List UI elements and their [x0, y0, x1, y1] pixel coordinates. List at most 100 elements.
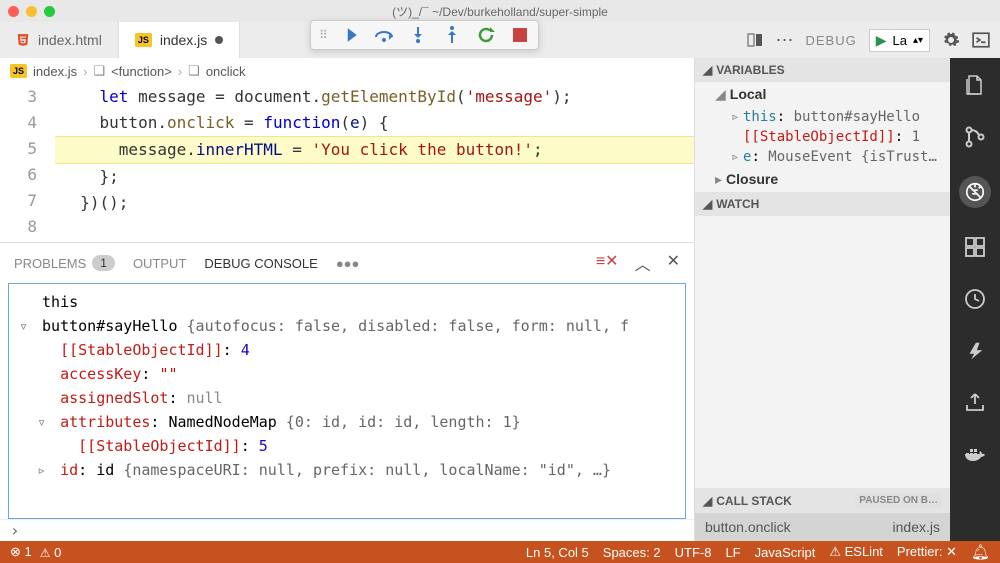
tab-label: index.html — [38, 32, 102, 48]
source-control-icon[interactable] — [962, 124, 988, 150]
bottom-panel: PROBLEMS 1 OUTPUT DEBUG CONSOLE ●●● ≡✕ ︿… — [0, 242, 694, 541]
debug-toolbar[interactable]: ⠿ — [310, 20, 539, 50]
console-line[interactable]: ▿ attributes: NamedNodeMap {0: id, id: i… — [19, 410, 675, 434]
console-line[interactable]: this — [19, 290, 675, 314]
close-panel-icon[interactable]: ✕ — [667, 251, 680, 275]
timeline-icon[interactable] — [962, 286, 988, 312]
js-icon: JS — [10, 64, 27, 78]
console-line[interactable]: assignedSlot: null — [19, 386, 675, 410]
gear-icon[interactable] — [942, 31, 960, 49]
breadcrumb-part[interactable]: <function> — [111, 64, 172, 79]
tab-label: index.js — [160, 32, 207, 48]
collapse-icon[interactable]: ︿ — [635, 251, 651, 275]
console-line[interactable]: ▹ id: id {namespaceURI: null, prefix: nu… — [19, 458, 675, 482]
variables-header[interactable]: ◢VARIABLES — [695, 58, 950, 82]
maximize-window-button[interactable] — [44, 6, 55, 17]
restart-button[interactable] — [476, 25, 496, 45]
breadcrumb-file[interactable]: index.js — [33, 64, 77, 79]
tab-debug-console[interactable]: DEBUG CONSOLE — [204, 256, 317, 271]
console-line[interactable]: [[StableObjectId]]: 4 — [19, 338, 675, 362]
breadcrumb[interactable]: JS index.js › ❑ <function> › ❑ onclick — [0, 58, 694, 84]
window-title: (ツ)_/¯ ~/Dev/burkeholland/super-simple — [392, 3, 608, 20]
tab-index-js[interactable]: JS index.js — [119, 22, 240, 58]
eslint-status[interactable]: ⚠ ESLint — [829, 544, 883, 560]
close-window-button[interactable] — [8, 6, 19, 17]
step-over-button[interactable] — [374, 25, 394, 45]
console-line[interactable]: accessKey: "" — [19, 362, 675, 386]
html-icon — [16, 33, 30, 47]
more-icon[interactable]: ●●● — [336, 256, 360, 271]
minimize-window-button[interactable] — [26, 6, 37, 17]
console-line[interactable]: ▿ button#sayHello {autofocus: false, dis… — [19, 314, 675, 338]
line-number[interactable]: 6 — [0, 162, 37, 188]
more-icon[interactable]: ⋯ — [775, 30, 793, 51]
breadcrumb-part[interactable]: onclick — [206, 64, 246, 79]
eol[interactable]: LF — [725, 545, 740, 560]
config-name: La — [892, 33, 906, 48]
split-editor-icon[interactable] — [747, 32, 763, 48]
warning-count[interactable]: ⚠ 0 — [40, 545, 62, 560]
line-number[interactable]: 4 — [0, 110, 37, 136]
dirty-indicator — [215, 36, 223, 44]
watch-header[interactable]: ◢WATCH — [695, 192, 950, 216]
tab-problems[interactable]: PROBLEMS 1 — [14, 255, 115, 271]
prettier-status[interactable]: Prettier: ✕ — [897, 544, 957, 560]
tab-output[interactable]: OUTPUT — [133, 256, 186, 271]
indent-setting[interactable]: Spaces: 2 — [603, 545, 661, 560]
code-line[interactable]: button.onclick = function(e) { — [55, 110, 694, 136]
explorer-icon[interactable] — [962, 72, 988, 98]
symbol-icon: ❑ — [188, 63, 200, 79]
share-icon[interactable] — [962, 390, 988, 416]
clear-console-icon[interactable]: ≡✕ — [596, 251, 619, 275]
code-line[interactable]: }; — [55, 164, 694, 190]
line-number[interactable]: 7 — [0, 188, 37, 214]
stop-button[interactable] — [510, 25, 530, 45]
drag-handle-icon[interactable]: ⠿ — [319, 28, 326, 42]
variable-row[interactable]: ▹this: button#sayHello — [695, 107, 950, 127]
console-line[interactable]: [[StableObjectId]]: 5 — [19, 434, 675, 458]
stack-frame[interactable]: button.onclick index.js — [695, 513, 950, 541]
code-line[interactable]: message.innerHTML = 'You click the butto… — [55, 136, 694, 164]
encoding[interactable]: UTF-8 — [675, 545, 712, 560]
console-prompt[interactable]: › — [0, 519, 694, 541]
continue-button[interactable] — [340, 25, 360, 45]
chevron-right-icon: › — [83, 64, 87, 79]
play-icon: ▶ — [876, 32, 887, 49]
step-into-button[interactable] — [408, 25, 428, 45]
cursor-position[interactable]: Ln 5, Col 5 — [526, 545, 589, 560]
debug-label: DEBUG — [805, 33, 856, 48]
variable-row[interactable]: ▹e: MouseEvent {isTrust… — [695, 147, 950, 167]
call-stack-header[interactable]: ◢CALL STACK PAUSED ON B… — [695, 488, 950, 513]
line-number[interactable]: 5 — [0, 136, 37, 162]
line-number[interactable]: 3 — [0, 84, 37, 110]
dropdown-icon: ▴▾ — [913, 35, 923, 46]
statusbar: ⊗ 1 ⚠ 0 Ln 5, Col 5 Spaces: 2 UTF-8 LF J… — [0, 541, 1000, 563]
azure-icon[interactable] — [962, 338, 988, 364]
debug-icon[interactable] — [959, 176, 991, 208]
step-out-button[interactable] — [442, 25, 462, 45]
titlebar: (ツ)_/¯ ~/Dev/burkeholland/super-simple — [0, 0, 1000, 22]
code-line[interactable] — [55, 216, 694, 242]
js-icon: JS — [135, 33, 152, 47]
tab-index-html[interactable]: index.html — [0, 22, 119, 58]
extensions-icon[interactable] — [962, 234, 988, 260]
scope-header[interactable]: ◢ Local — [695, 82, 950, 107]
code-line[interactable]: })(); — [55, 190, 694, 216]
window-controls — [8, 6, 55, 17]
debug-config-selector[interactable]: ▶ La ▴▾ — [869, 29, 930, 52]
paused-badge: PAUSED ON B… — [855, 493, 942, 508]
problems-badge: 1 — [92, 255, 115, 271]
notifications-icon[interactable]: 🔔︎ — [971, 543, 990, 561]
activity-bar — [950, 58, 1000, 541]
debug-console-icon[interactable] — [972, 31, 990, 49]
line-number[interactable]: 8 — [0, 214, 37, 240]
code-line[interactable]: let message = document.getElementById('m… — [55, 84, 694, 110]
chevron-right-icon: › — [178, 64, 182, 79]
scope-header[interactable]: ▸ Closure — [695, 167, 950, 192]
debug-console-output[interactable]: this▿ button#sayHello {autofocus: false,… — [8, 283, 686, 519]
variable-row[interactable]: [[StableObjectId]]: 1 — [695, 127, 950, 147]
code-editor[interactable]: 345678 let message = document.getElement… — [0, 84, 694, 242]
error-count[interactable]: ⊗ 1 — [10, 544, 32, 560]
docker-icon[interactable] — [962, 442, 988, 468]
language-mode[interactable]: JavaScript — [755, 545, 816, 560]
